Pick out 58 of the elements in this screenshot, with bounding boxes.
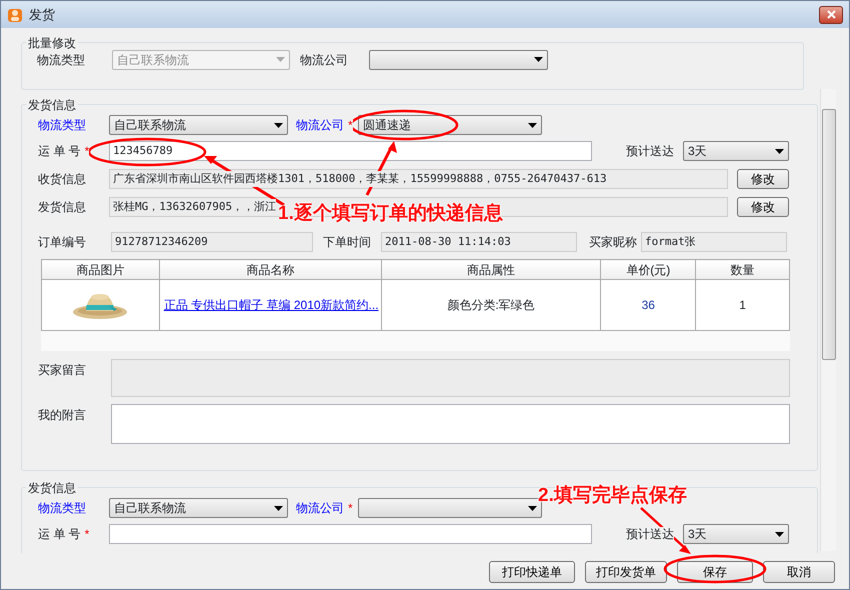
field-label: 物流类型 (37, 52, 85, 66)
table-cell: 颜色分类:军绿色 (381, 280, 601, 330)
field-label: 运 单 号 (38, 527, 81, 541)
field-label: 发货信息 (38, 200, 86, 214)
close-icon (826, 10, 836, 19)
dropdown-field[interactable]: 自己联系物流 (109, 498, 288, 518)
field-label: 物流公司 (296, 118, 344, 132)
input-field[interactable] (111, 404, 790, 444)
dialog-button[interactable]: 打印发货单 (585, 560, 667, 582)
scrollbar-thumb[interactable] (822, 109, 836, 360)
field-label: 物流类型 (38, 501, 86, 515)
field-label: 收货信息 (38, 172, 86, 186)
dropdown-field[interactable]: 圆通速递 (358, 115, 542, 135)
dropdown-field[interactable]: 自己联系物流 (109, 115, 288, 135)
group-title: 批量修改 (26, 34, 78, 52)
column-header: 商品属性 (381, 260, 601, 280)
dropdown-arrow-icon (528, 506, 537, 510)
column-header: 数量 (696, 260, 790, 280)
scrollbar[interactable] (820, 89, 836, 551)
dropdown-field[interactable]: 3天 (683, 141, 789, 161)
window-title: 发货 (29, 6, 55, 24)
field-label: 下单时间 (323, 235, 371, 249)
dropdown-arrow-icon (775, 148, 784, 154)
input-field[interactable]: 123456789 (109, 141, 592, 161)
group-title: 发货信息 (26, 96, 78, 114)
dialog-button[interactable]: 打印快递单 (489, 560, 575, 582)
column-header: 单价(元) (600, 260, 696, 280)
input-field[interactable] (109, 524, 592, 544)
dropdown-arrow-icon (276, 57, 285, 62)
field-label: 物流公司 (296, 501, 344, 515)
field-label: 买家昵称 (589, 235, 637, 249)
group-title: 发货信息 (26, 479, 78, 497)
annotation-text: 2.填写完毕点保存 (538, 484, 687, 508)
app-icon (7, 6, 23, 22)
field-label: 物流公司 (300, 52, 348, 66)
dropdown-arrow-icon (274, 122, 283, 128)
field-label: 运 单 号 (38, 144, 81, 158)
column-header: 商品图片 (42, 260, 160, 280)
edit-button[interactable]: 修改 (737, 169, 789, 189)
dropdown-arrow-icon (528, 122, 537, 128)
dropdown-field[interactable]: 3天 (683, 524, 789, 544)
field-label: 预计送达 (626, 527, 674, 541)
field-label: 预计送达 (626, 144, 674, 158)
dropdown-arrow-icon (274, 506, 283, 510)
dropdown-field[interactable] (369, 50, 548, 70)
dropdown-arrow-icon (775, 532, 784, 536)
field-label: 物流类型 (38, 118, 86, 132)
field-label: 订单编号 (38, 235, 86, 249)
annotation-text: 1.逐个填写订单的快递信息 (278, 202, 503, 226)
field-label: 买家留言 (38, 363, 86, 377)
dialog-button[interactable]: 取消 (763, 560, 835, 582)
dropdown-arrow-icon (534, 57, 543, 62)
column-header: 商品名称 (159, 260, 382, 280)
edit-button[interactable]: 修改 (737, 197, 789, 217)
close-button[interactable] (819, 6, 843, 24)
table-cell: 36 (600, 280, 696, 330)
table-cell: 1 (696, 280, 790, 330)
field-label: 我的附言 (38, 408, 86, 422)
